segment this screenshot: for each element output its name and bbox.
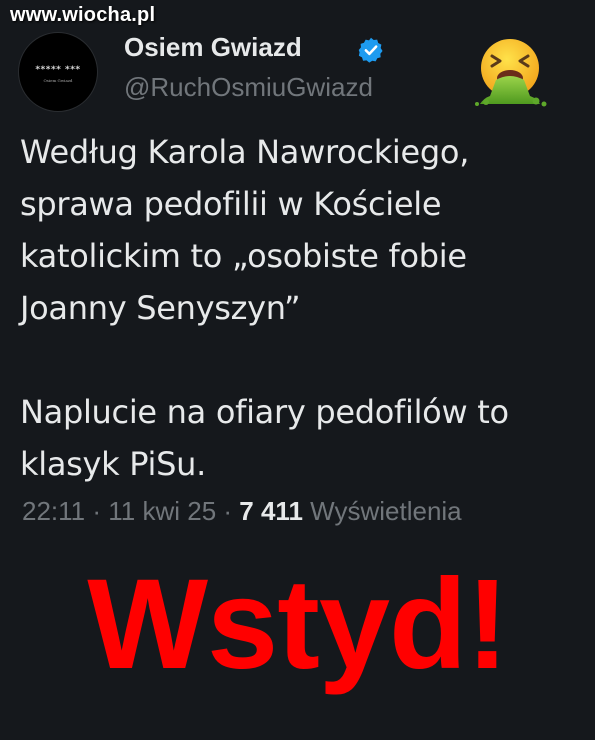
author-display-name[interactable]: Osiem Gwiazd bbox=[124, 32, 302, 63]
meta-separator: · bbox=[216, 496, 240, 526]
tweet-meta: 22:11 · 11 kwi 25 · 7 411 Wyświetlenia bbox=[22, 496, 462, 527]
author-handle[interactable]: @RuchOsmiuGwiazd bbox=[124, 72, 373, 103]
tweet-time[interactable]: 22:11 bbox=[22, 496, 85, 526]
tweet-card: ***** *** Osiem Gwiazd Osiem Gwiazd @Ruc… bbox=[0, 0, 595, 540]
site-watermark: www.wiocha.pl bbox=[10, 4, 156, 26]
nauseated-vomiting-face-icon bbox=[475, 39, 547, 107]
tweet-date[interactable]: 11 kwi 25 bbox=[108, 496, 216, 526]
avatar-logo-text: ***** *** bbox=[35, 65, 81, 75]
views-count: 7 411 bbox=[239, 496, 303, 526]
avatar-logo-subtext: Osiem Gwiazd bbox=[43, 78, 73, 83]
views-label: Wyświetlenia bbox=[310, 496, 462, 526]
tweet-body: Według Karola Nawrockiego, sprawa pedofi… bbox=[20, 126, 585, 490]
tweet-paragraph: Według Karola Nawrockiego, sprawa pedofi… bbox=[20, 133, 470, 327]
tweet-paragraph: Naplucie na ofiary pedofilów to klasyk P… bbox=[20, 393, 509, 483]
caption-shame-text: Wstyd! bbox=[87, 553, 509, 696]
avatar[interactable]: ***** *** Osiem Gwiazd bbox=[18, 32, 98, 112]
meta-separator: · bbox=[85, 496, 109, 526]
verified-badge-icon bbox=[358, 37, 383, 63]
